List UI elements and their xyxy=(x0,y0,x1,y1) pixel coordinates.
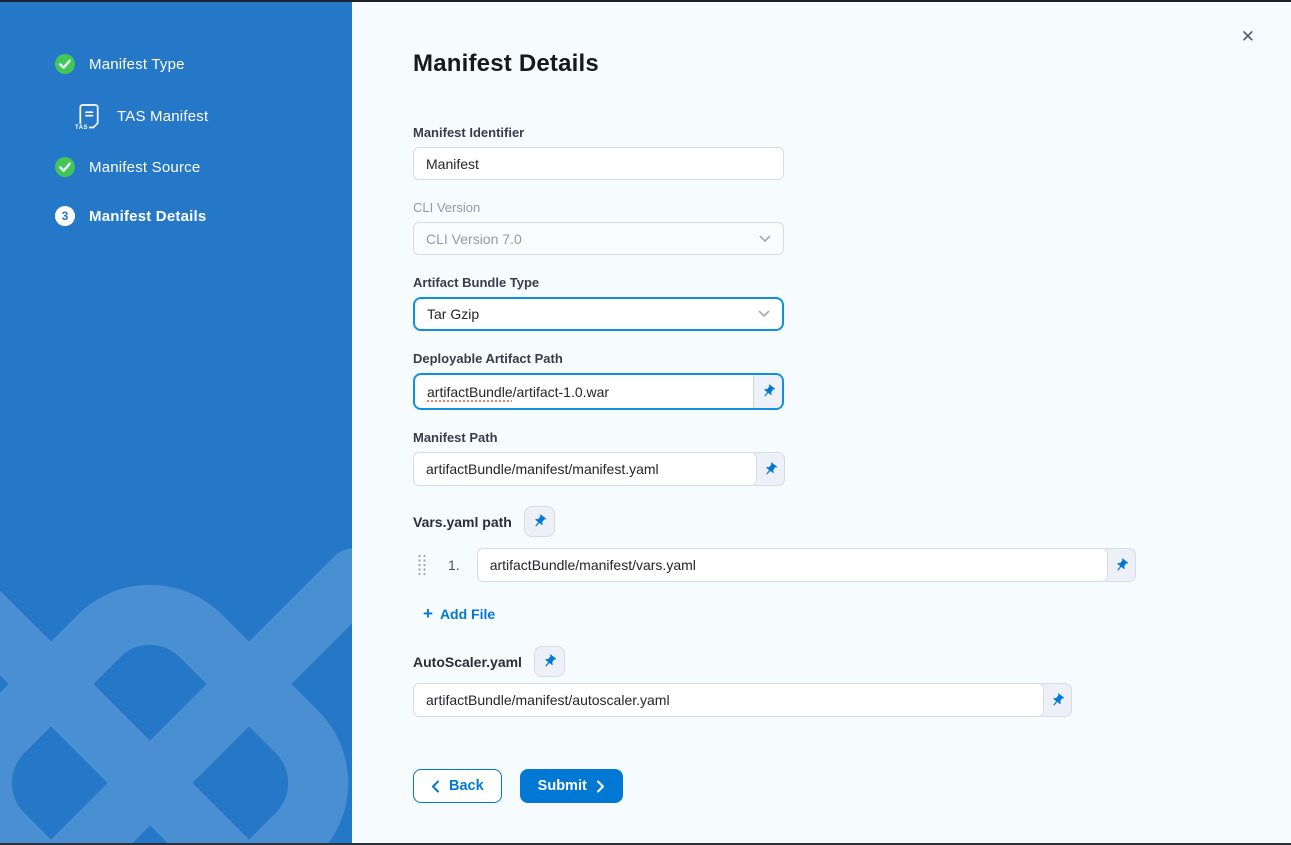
check-icon xyxy=(55,54,75,74)
manifest-path-label: Manifest Path xyxy=(413,430,1291,446)
step-label: Manifest Details xyxy=(89,208,206,225)
field-manifest-path: Manifest Path xyxy=(413,430,1291,486)
artifact-bundle-type-value: Tar Gzip xyxy=(427,306,479,322)
step-number-badge: 3 xyxy=(55,206,75,226)
deployable-artifact-path-label: Deployable Artifact Path xyxy=(413,351,1291,367)
sidebar-step-manifest-source[interactable]: Manifest Source xyxy=(55,157,352,177)
artifact-bundle-type-label: Artifact Bundle Type xyxy=(413,275,1291,291)
pin-icon[interactable] xyxy=(524,506,555,537)
cli-version-select: CLI Version 7.0 xyxy=(413,222,784,255)
add-file-label: Add File xyxy=(440,606,495,622)
deployable-artifact-path-control: artifactBundle/artifact-1.0.war xyxy=(413,373,784,410)
sidebar-step-manifest-details[interactable]: 3 Manifest Details xyxy=(55,206,352,226)
add-file-button[interactable]: + Add File xyxy=(423,605,495,622)
submit-button-label: Submit xyxy=(538,778,587,794)
manifest-identifier-control xyxy=(413,147,784,180)
chevron-left-icon xyxy=(431,780,440,793)
back-button-label: Back xyxy=(449,778,484,794)
page-title: Manifest Details xyxy=(413,49,1291,79)
sidebar-substep-tas-manifest: TAS TAS Manifest xyxy=(78,103,352,130)
step-label: Manifest Source xyxy=(89,159,200,176)
artifact-bundle-type-select[interactable]: Tar Gzip xyxy=(413,297,784,331)
row-index: 1. xyxy=(448,557,460,573)
vars-yaml-label: Vars.yaml path xyxy=(413,514,512,530)
cli-version-value: CLI Version 7.0 xyxy=(426,231,522,247)
vars-yaml-label-row: Vars.yaml path xyxy=(413,506,1291,537)
sidebar-step-manifest-type[interactable]: Manifest Type xyxy=(55,54,352,74)
wizard-modal: Manifest Type TAS TAS Manifest xyxy=(0,0,1291,845)
manifest-identifier-input[interactable] xyxy=(426,156,771,172)
vars-file-row: 1. xyxy=(413,548,1291,582)
deployable-artifact-path-input[interactable]: artifactBundle/artifact-1.0.war xyxy=(415,375,753,408)
drag-handle-icon[interactable] xyxy=(417,554,427,576)
chevron-down-icon xyxy=(758,310,770,318)
cli-version-label: CLI Version xyxy=(413,200,1291,216)
pin-icon[interactable] xyxy=(534,646,565,677)
misspelled-word: artifactBundle xyxy=(427,384,513,400)
step-complete-icon xyxy=(55,157,75,177)
manifest-path-box xyxy=(413,452,757,486)
plus-icon: + xyxy=(423,605,433,622)
vars-path-box xyxy=(477,548,1108,582)
chevron-down-icon xyxy=(759,235,771,243)
manifest-details-panel: ✕ Manifest Details Manifest Identifier C… xyxy=(352,0,1291,845)
back-button[interactable]: Back xyxy=(413,769,502,803)
vars-path-input[interactable] xyxy=(490,557,1095,573)
manifest-path-input[interactable] xyxy=(426,461,744,477)
field-deployable-artifact-path: Deployable Artifact Path artifactBundle/… xyxy=(413,351,1291,410)
step-label: Manifest Type xyxy=(89,56,185,73)
section-autoscaler-yaml: AutoScaler.yaml xyxy=(413,646,1291,717)
section-vars-yaml: Vars.yaml path xyxy=(413,506,1291,624)
substep-label: TAS Manifest xyxy=(117,108,208,125)
autoscaler-label: AutoScaler.yaml xyxy=(413,654,522,670)
field-cli-version: CLI Version CLI Version 7.0 xyxy=(413,200,1291,255)
field-manifest-identifier: Manifest Identifier xyxy=(413,125,1291,180)
pin-icon[interactable] xyxy=(753,375,782,408)
submit-button[interactable]: Submit xyxy=(520,769,623,803)
autoscaler-control xyxy=(413,683,1291,717)
manifest-path-control xyxy=(413,452,1291,486)
wizard-sidebar: Manifest Type TAS TAS Manifest xyxy=(0,0,352,845)
close-icon[interactable]: ✕ xyxy=(1241,28,1255,45)
autoscaler-path-box xyxy=(413,683,1044,717)
check-icon xyxy=(55,157,75,177)
autoscaler-path-input[interactable] xyxy=(426,692,1031,708)
tas-file-icon: TAS xyxy=(78,103,102,130)
chevron-right-icon xyxy=(596,780,605,793)
wizard-footer-buttons: Back Submit xyxy=(413,769,1291,803)
path-rest: /artifact-1.0.war xyxy=(513,384,609,400)
field-artifact-bundle-type: Artifact Bundle Type Tar Gzip xyxy=(413,275,1291,331)
manifest-identifier-label: Manifest Identifier xyxy=(413,125,1291,141)
harness-logo-watermark xyxy=(0,548,352,845)
autoscaler-label-row: AutoScaler.yaml xyxy=(413,646,1291,677)
manifest-details-form: Manifest Identifier CLI Version CLI Vers… xyxy=(413,125,1291,803)
tas-icon-label: TAS xyxy=(75,124,89,131)
wizard-steps: Manifest Type TAS TAS Manifest xyxy=(0,0,352,226)
step-complete-icon xyxy=(55,54,75,74)
